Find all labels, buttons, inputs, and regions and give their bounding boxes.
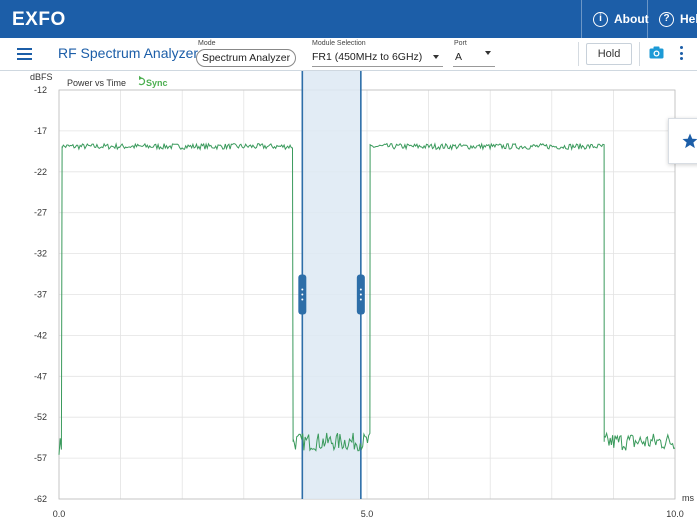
x-tick-label: 0.0 xyxy=(53,509,66,519)
y-tick-label: -32 xyxy=(34,249,47,259)
gate-band xyxy=(302,71,361,499)
exfo-logo: EXFO xyxy=(12,9,66,30)
module-underline xyxy=(312,66,443,67)
hold-button[interactable]: Hold xyxy=(586,43,632,65)
chart-title: Power vs Time xyxy=(67,78,126,88)
drag-grip-dot xyxy=(301,288,304,291)
y-tick-label: -17 xyxy=(34,126,47,136)
drag-grip-dot xyxy=(359,288,362,291)
port-dropdown[interactable]: A xyxy=(455,51,462,63)
y-tick-label: -47 xyxy=(34,371,47,381)
star-icon[interactable] xyxy=(681,132,697,150)
top-bar: EXFO i About ? Help xyxy=(0,0,697,38)
drag-grip-dot xyxy=(359,298,362,301)
gate-region[interactable] xyxy=(301,71,362,499)
info-icon: i xyxy=(593,11,608,27)
y-tick-label: -27 xyxy=(34,208,47,218)
y-tick-label: -12 xyxy=(34,85,47,95)
chevron-down-icon[interactable] xyxy=(433,55,439,59)
drag-grip-dot xyxy=(301,293,304,296)
toolbar-divider xyxy=(639,42,640,66)
x-axis-unit: ms xyxy=(682,493,694,503)
y-tick-label: -52 xyxy=(34,412,47,422)
toolbar-divider xyxy=(578,42,579,66)
camera-icon[interactable] xyxy=(649,46,664,59)
y-tick-label: -37 xyxy=(34,290,47,300)
x-tick-label: 10.0 xyxy=(666,509,684,519)
y-axis-unit: dBFS xyxy=(30,72,53,82)
drag-grip-dot xyxy=(301,298,304,301)
mode-selector[interactable]: Spectrum Analyzer xyxy=(196,49,296,67)
menu-icon[interactable] xyxy=(17,48,32,60)
help-icon: ? xyxy=(659,11,674,27)
y-tick-label: -57 xyxy=(34,453,47,463)
about-label: About xyxy=(614,12,649,26)
y-tick-label: -42 xyxy=(34,330,47,340)
top-divider xyxy=(647,0,648,38)
y-tick-label: -62 xyxy=(34,494,47,504)
sync-label: Sync xyxy=(146,78,168,88)
module-selection-dropdown[interactable]: FR1 (450MHz to 6GHz) xyxy=(312,51,422,63)
port-label: Port xyxy=(454,40,467,47)
top-divider xyxy=(581,0,582,38)
about-button[interactable]: i About xyxy=(593,0,649,38)
mode-label: Mode xyxy=(198,40,216,47)
favorites-panel[interactable] xyxy=(668,118,697,164)
power-vs-time-chart[interactable]: -12 -17 -22 -27 -32 -37 -42 -47 -52 -57 -62 0.0 5.0… xyxy=(0,71,697,519)
port-underline xyxy=(453,66,495,67)
app-title: RF Spectrum Analyzer xyxy=(58,45,199,61)
more-vertical-icon[interactable] xyxy=(680,46,684,60)
y-tick-label: -22 xyxy=(34,167,47,177)
drag-grip-dot xyxy=(359,293,362,296)
help-button[interactable]: ? Help xyxy=(659,0,697,38)
help-label: Help xyxy=(680,12,697,26)
app-window: EXFO i About ? Help RF Spectrum Analyzer… xyxy=(0,0,697,519)
chevron-down-icon[interactable] xyxy=(485,51,491,55)
x-tick-label: 5.0 xyxy=(361,509,374,519)
module-selection-label: Module Selection xyxy=(312,40,366,47)
